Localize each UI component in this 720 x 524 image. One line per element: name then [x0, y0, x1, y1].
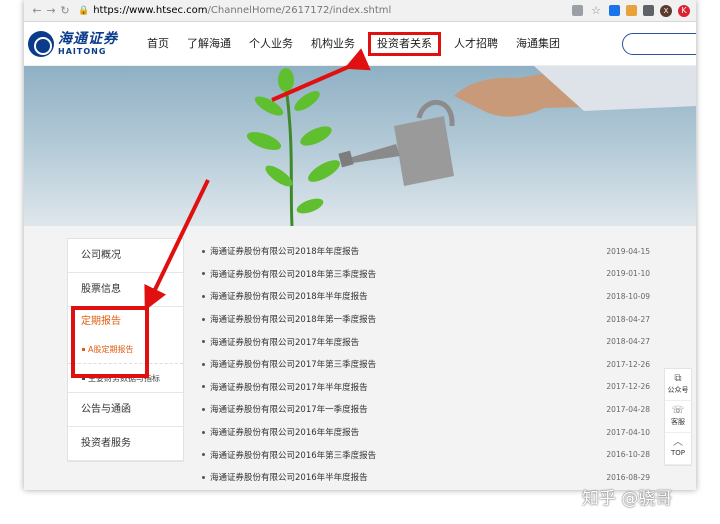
nav-investor-relations[interactable]: 投资者关系	[368, 31, 441, 56]
list-item[interactable]: 海通证券股份有限公司2016年年度报告 2017-04-10	[202, 421, 650, 444]
qrcode-icon: ⧉	[674, 373, 682, 384]
nav-about[interactable]: 了解海通	[178, 32, 240, 56]
report-title[interactable]: 海通证券股份有限公司2017年年度报告	[210, 336, 606, 348]
report-title[interactable]: 海通证券股份有限公司2017年半年度报告	[210, 381, 606, 393]
zhihu-watermark: 知乎 @骁哥	[582, 489, 673, 509]
star-icon[interactable]: ☆	[589, 4, 603, 17]
report-date: 2018-04-27	[606, 314, 650, 324]
back-icon[interactable]: ←	[30, 4, 44, 17]
nav-institutional[interactable]: 机构业务	[302, 32, 364, 56]
list-item[interactable]: 海通证券股份有限公司2017年一季度报告 2017-04-28	[202, 398, 650, 421]
list-item[interactable]: 海通证券股份有限公司2018年年度报告 2019-04-15	[202, 240, 650, 263]
nav-personal[interactable]: 个人业务	[240, 32, 302, 56]
reload-icon[interactable]: ↻	[58, 4, 72, 17]
extension-icon[interactable]	[643, 5, 654, 16]
report-date: 2018-04-27	[606, 337, 650, 347]
report-title[interactable]: 海通证券股份有限公司2016年半年度报告	[210, 471, 606, 483]
sidebar-item-announcements[interactable]: 公告与通函	[68, 393, 183, 427]
url-path: /ChannelHome/2617172/index.shtml	[207, 5, 392, 16]
back-to-top-button[interactable]: ︿ TOP	[665, 433, 691, 465]
main-nav: 首页 了解海通 个人业务 机构业务 投资者关系 人才招聘 海通集团	[138, 31, 569, 56]
logo-cn: 海通证券	[58, 30, 118, 47]
nav-group[interactable]: 海通集团	[507, 32, 569, 56]
report-title[interactable]: 海通证券股份有限公司2016年年度报告	[210, 426, 606, 438]
report-title[interactable]: 海通证券股份有限公司2016年第三季度报告	[210, 449, 606, 461]
report-date: 2016-10-28	[606, 450, 650, 460]
browser-window: ← → ↻ 🔒 https://www.htsec.com/ChannelHom…	[24, 0, 696, 490]
lock-icon: 🔒	[78, 5, 90, 16]
report-title[interactable]: 海通证券股份有限公司2018年第一季度报告	[210, 313, 606, 325]
list-item[interactable]: 海通证券股份有限公司2016年第三季度报告 2016-10-28	[202, 443, 650, 466]
watering-can-icon	[338, 100, 455, 186]
list-item[interactable]: 海通证券股份有限公司2018年第一季度报告 2018-04-27	[202, 308, 650, 331]
search-input[interactable]	[622, 33, 696, 55]
sidebar-item-stock-info[interactable]: 股票信息	[68, 273, 183, 307]
address-bar[interactable]: https://www.htsec.com/ChannelHome/261717…	[93, 5, 391, 16]
wechat-button[interactable]: ⧉ 公众号	[665, 369, 691, 401]
floating-toolbar: ⧉ 公众号 ☏ 客服 ︿ TOP	[664, 368, 692, 466]
content-area: 公司概况 股票信息 定期报告 A股定期报告 主要财务数据与指标 公告与通函 投资…	[24, 226, 696, 490]
extension-icon[interactable]	[626, 5, 637, 16]
haitong-logo[interactable]: 海通证券 HAITONG	[28, 30, 126, 57]
report-title[interactable]: 海通证券股份有限公司2018年半年度报告	[210, 290, 606, 302]
hero-banner	[24, 66, 696, 226]
browser-toolbar: ← → ↻ 🔒 https://www.htsec.com/ChannelHom…	[24, 0, 696, 22]
chevron-up-icon: ︿	[673, 437, 683, 448]
list-item[interactable]: 海通证券股份有限公司2018年半年度报告 2018-10-09	[202, 285, 650, 308]
report-date: 2019-01-10	[606, 269, 650, 279]
report-date: 2019-04-15	[606, 246, 650, 256]
list-item[interactable]: 海通证券股份有限公司2017年半年度报告 2017-12-26	[202, 376, 650, 399]
report-date: 2017-12-26	[606, 359, 650, 369]
report-list: 海通证券股份有限公司2018年年度报告 2019-04-15 海通证券股份有限公司…	[202, 240, 650, 489]
report-title[interactable]: 海通证券股份有限公司2017年第三季度报告	[210, 358, 606, 370]
menu-icon[interactable]: K	[678, 4, 690, 17]
site-header: 海通证券 HAITONG 首页 了解海通 个人业务 机构业务 投资者关系 人才招…	[24, 22, 696, 66]
extension-bar: ☆ X K	[572, 4, 690, 17]
nav-home[interactable]: 首页	[138, 32, 178, 56]
report-date: 2017-04-28	[606, 404, 650, 414]
report-title[interactable]: 海通证券股份有限公司2018年第三季度报告	[210, 268, 606, 280]
report-date: 2017-04-10	[606, 427, 650, 437]
logo-mark-icon	[28, 30, 54, 57]
sidebar-item-investor-services[interactable]: 投资者服务	[68, 427, 183, 461]
extension-icon[interactable]	[609, 5, 620, 16]
url-domain: https://www.htsec.com	[93, 5, 208, 16]
highlight-box	[71, 306, 149, 378]
list-item[interactable]: 海通证券股份有限公司2017年第三季度报告 2017-12-26	[202, 353, 650, 376]
report-title[interactable]: 海通证券股份有限公司2018年年度报告	[210, 245, 606, 257]
customer-service-button[interactable]: ☏ 客服	[665, 401, 691, 433]
translate-icon[interactable]	[572, 5, 583, 16]
report-date: 2018-10-09	[606, 291, 650, 301]
report-date: 2016-08-29	[606, 472, 650, 482]
banner-illustration	[246, 66, 696, 226]
list-item[interactable]: 海通证券股份有限公司2017年年度报告 2018-04-27	[202, 330, 650, 353]
forward-icon[interactable]: →	[44, 4, 58, 17]
list-item[interactable]: 海通证券股份有限公司2018年第三季度报告 2019-01-10	[202, 263, 650, 286]
report-title[interactable]: 海通证券股份有限公司2017年一季度报告	[210, 403, 606, 415]
headset-icon: ☏	[671, 405, 685, 416]
logo-en: HAITONG	[58, 46, 107, 56]
report-date: 2017-12-26	[606, 382, 650, 392]
nav-careers[interactable]: 人才招聘	[445, 32, 507, 56]
profile-avatar[interactable]: X	[660, 4, 672, 17]
sidebar-item-company-overview[interactable]: 公司概况	[68, 239, 183, 273]
